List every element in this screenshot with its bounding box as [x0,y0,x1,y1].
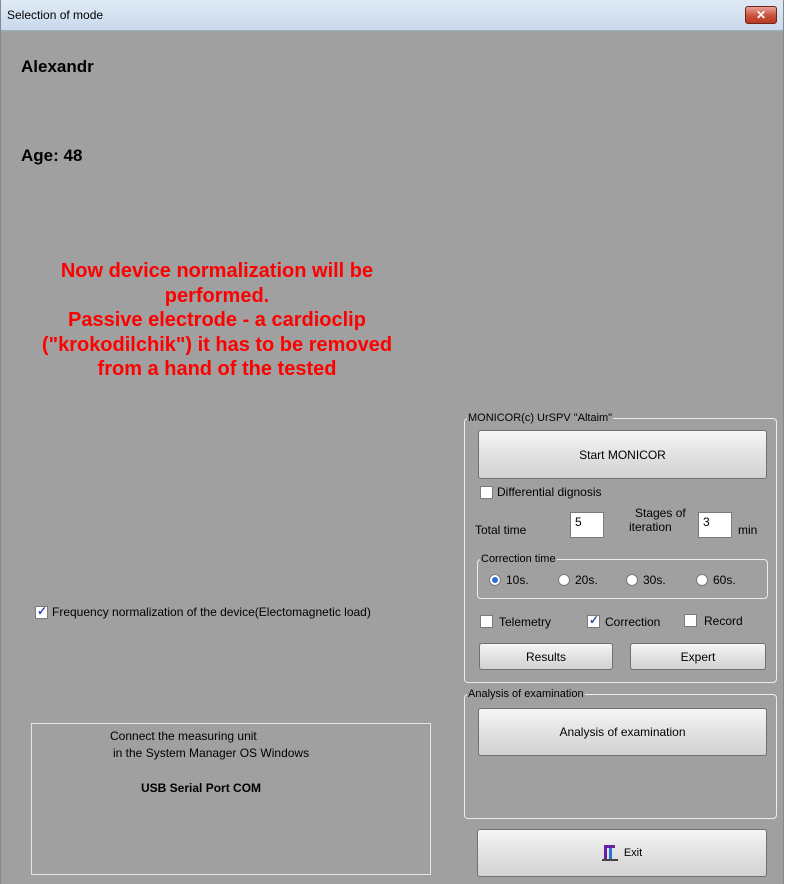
correction-time-legend: Correction time [480,552,557,566]
analysis-group: Analysis of examination Analysis of exam… [464,687,777,819]
info-line-1: Connect the measuring unit [110,729,257,743]
window-edge [784,0,791,884]
total-time-input[interactable]: 5 [570,512,604,538]
results-button[interactable]: Results [479,643,613,670]
exit-label: Exit [623,847,643,859]
window-title: Selection of mode [7,8,104,22]
monicor-group: MONICOR(c) UrSPV "Altaim" Start MONICOR … [464,411,777,683]
patient-name: Alexandr [21,57,94,76]
correction-label: Correction [605,615,661,629]
correction-time-group: Correction time 10s. 20s. 30s. 60s. [477,552,768,599]
radio-20s-label: 20s. [575,573,598,587]
title-bar: Selection of mode ✕ [1,0,783,31]
total-time-label: Total time [475,523,527,537]
analysis-legend: Analysis of examination [467,687,585,701]
record-label: Record [704,614,743,628]
radio-30s[interactable] [626,574,638,586]
stages-label-line1: Stages of [635,506,686,520]
usb-port-label: USB Serial Port COM [141,781,262,795]
results-label: Results [525,649,566,664]
radio-60s[interactable] [696,574,708,586]
start-monicor-label: Start MONICOR [579,447,666,462]
radio-20s[interactable] [558,574,570,586]
connection-info-box: Connect the measuring unit in the System… [31,723,431,875]
telemetry-checkbox[interactable] [480,615,493,628]
correction-checkbox[interactable] [587,613,600,628]
start-monicor-button[interactable]: Start MONICOR [478,430,767,479]
frequency-normalization-checkbox[interactable] [35,604,48,619]
radio-10s-label: 10s. [506,573,529,587]
normalization-notice: Now device normalization will be perform… [41,260,393,380]
info-line-2: in the System Manager OS Windows [113,746,310,760]
close-button[interactable]: ✕ [745,6,777,24]
analysis-of-examination-button[interactable]: Analysis of examination [478,708,767,756]
record-checkbox[interactable] [684,614,697,627]
radio-60s-label: 60s. [713,573,736,587]
telemetry-label: Telemetry [499,615,552,629]
differential-diagnosis-checkbox[interactable] [480,486,493,499]
differential-diagnosis-label: Differential dignosis [497,485,602,499]
radio-10s[interactable] [489,574,501,586]
expert-label: Expert [680,649,716,664]
patient-age: Age: 48 [21,146,83,165]
analysis-button-label: Analysis of examination [559,725,686,739]
stages-of-iteration-input[interactable]: 3 [698,512,732,538]
close-icon: ✕ [755,8,767,22]
selection-of-mode-window: Selection of mode ✕ Alexandr Age: 48 Now… [0,0,784,884]
exit-door-icon [601,845,618,861]
monicor-legend: MONICOR(c) UrSPV "Altaim" [467,411,614,425]
min-label: min [738,523,758,537]
frequency-normalization-label: Frequency normalization of the device(El… [52,605,371,619]
expert-button[interactable]: Expert [630,643,766,670]
stages-label-line2: iteration [629,520,672,534]
radio-30s-label: 30s. [643,573,666,587]
exit-button[interactable]: Exit [477,829,767,877]
